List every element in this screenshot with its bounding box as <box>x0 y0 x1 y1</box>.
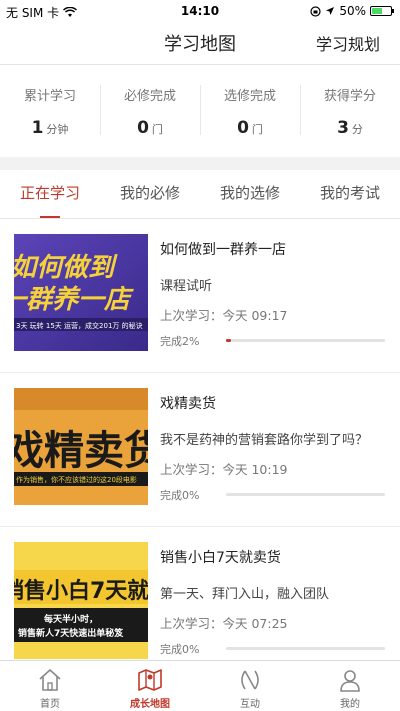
battery-percent: 50% <box>339 4 366 18</box>
thumb-text: 销售小白7天就卖 <box>14 578 148 604</box>
tab-required[interactable]: 我的必修 <box>100 170 200 218</box>
thumb-text: 戏精卖货 <box>14 428 148 474</box>
tabbar-label: 互动 <box>240 699 260 710</box>
stat-value: 0门 <box>100 118 200 138</box>
progress-label: 完成0% <box>160 643 200 656</box>
stat-label: 选修完成 <box>223 89 276 104</box>
course-thumbnail: 如何做到 一群养一店 3天 玩转 15天 运营，成交201万 的秘诀 <box>14 234 148 351</box>
stat-unit: 门 <box>151 123 163 136</box>
course-title: 销售小白7天就卖货 <box>160 550 281 566</box>
stat-unit: 门 <box>251 123 263 136</box>
bottom-tab-bar: 首页 成长地图 互动 我的 <box>0 660 400 711</box>
stat-number: 1 <box>31 118 44 138</box>
home-icon <box>39 669 61 691</box>
interact-icon <box>241 670 259 690</box>
stat-value: 0门 <box>200 118 300 138</box>
tabbar-interact[interactable]: 互动 <box>200 661 300 711</box>
stat-elective-done: 选修完成 0门 <box>200 65 300 157</box>
tab-bar: 正在学习 我的必修 我的选修 我的考试 <box>0 170 400 219</box>
tab-exams[interactable]: 我的考试 <box>300 170 400 218</box>
tabbar-mine[interactable]: 我的 <box>300 661 400 711</box>
stat-value: 1 分钟 <box>0 118 100 138</box>
stat-unit: 分 <box>351 123 363 136</box>
thumb-text: 如何做到 <box>14 253 118 283</box>
course-thumbnail: 销售小白7天就卖 每天半小时， 销售新人7天快速出单秘笈 <box>14 542 148 659</box>
tabbar-label: 首页 <box>40 699 60 710</box>
last-study-time: 上次学习：今天 09:17 <box>160 308 288 323</box>
stat-label: 获得学分 <box>323 89 376 104</box>
stat-required-done: 必修完成 0门 <box>100 65 200 157</box>
course-thumbnail: 戏精卖货 作为销售，你不应该错过的这20段电影 <box>14 388 148 505</box>
stat-total-study: 累计学习 1 分钟 <box>0 65 100 157</box>
course-title: 戏精卖货 <box>160 396 216 412</box>
stat-unit: 分钟 <box>46 123 69 136</box>
progress-label: 完成2% <box>160 335 200 348</box>
progress-bar <box>226 339 385 342</box>
stat-number: 0 <box>237 118 249 138</box>
course-title: 如何做到一群养一店 <box>160 242 286 258</box>
tabbar-label: 成长地图 <box>130 699 170 710</box>
nav-bar: 学习地图 学习规划 <box>0 22 400 64</box>
thumb-caption: 每天半小时， <box>44 613 98 625</box>
location-icon <box>326 7 335 15</box>
orientation-lock-icon <box>310 5 321 17</box>
course-item[interactable]: 如何做到 一群养一店 3天 玩转 15天 运营，成交201万 的秘诀 如何做到一… <box>0 219 400 373</box>
stat-label: 必修完成 <box>123 89 176 104</box>
profile-icon <box>340 670 360 692</box>
learning-plan-button[interactable]: 学习规划 <box>316 31 380 55</box>
tabbar-growth-map[interactable]: 成长地图 <box>100 661 200 711</box>
last-study-time: 上次学习：今天 07:25 <box>160 616 288 631</box>
course-list: 如何做到 一群养一店 3天 玩转 15天 运营，成交201万 的秘诀 如何做到一… <box>0 219 400 681</box>
progress-bar <box>226 647 385 650</box>
thumb-caption: 销售新人7天快速出单秘笈 <box>18 627 124 639</box>
thumb-caption: 作为销售，你不应该错过的这20段电影 <box>16 475 137 484</box>
stat-number: 3 <box>337 118 349 138</box>
stat-value: 3分 <box>300 118 400 138</box>
progress-bar <box>226 493 385 496</box>
course-subtitle: 第一天、拜门入山，融入团队 <box>160 587 330 602</box>
progress-fill <box>226 339 231 342</box>
tab-elective[interactable]: 我的选修 <box>200 170 300 218</box>
course-item[interactable]: 销售小白7天就卖 每天半小时， 销售新人7天快速出单秘笈 销售小白7天就卖货 第… <box>0 527 400 681</box>
course-item[interactable]: 戏精卖货 作为销售，你不应该错过的这20段电影 戏精卖货 我不是药神的营销套路你… <box>0 373 400 527</box>
stats-panel: 累计学习 1 分钟 必修完成 0门 选修完成 0门 获得学分 3分 <box>0 64 400 157</box>
stat-number: 0 <box>137 118 149 138</box>
tab-studying[interactable]: 正在学习 <box>0 170 100 218</box>
thumb-caption: 3天 玩转 15天 运营，成交201万 的秘诀 <box>16 321 143 330</box>
tabbar-home[interactable]: 首页 <box>0 661 100 711</box>
stat-label: 累计学习 <box>23 89 76 104</box>
course-subtitle: 课程试听 <box>160 279 213 294</box>
status-right: 50% <box>310 4 394 18</box>
course-subtitle: 我不是药神的营销套路你学到了吗？ <box>160 433 369 448</box>
progress-label: 完成0% <box>160 489 200 502</box>
thumb-text: 一群养一店 <box>14 285 134 315</box>
last-study-time: 上次学习：今天 10:19 <box>160 462 288 477</box>
battery-icon <box>370 6 394 16</box>
status-bar: 无 SIM 卡 14:10 50% <box>0 0 400 22</box>
tabbar-label: 我的 <box>340 699 360 710</box>
stat-credits: 获得学分 3分 <box>300 65 400 157</box>
map-icon <box>138 669 162 691</box>
